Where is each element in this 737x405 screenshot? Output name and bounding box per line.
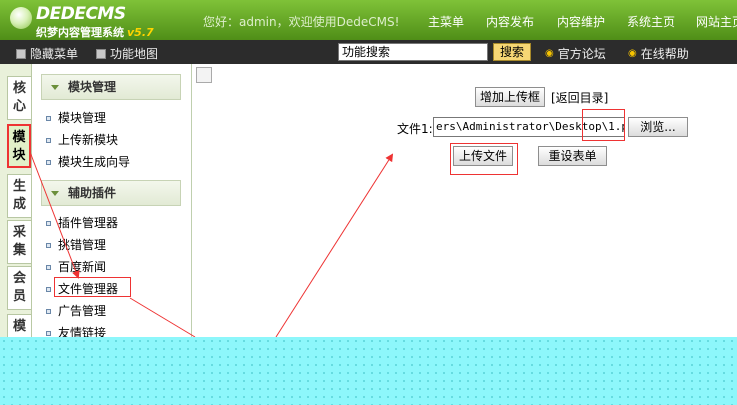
site-map-link[interactable]: 功能地图 <box>96 45 158 62</box>
nav-system-home[interactable]: 系统主页 <box>627 13 675 30</box>
triangle-down-icon <box>51 85 59 90</box>
nav-main-menu[interactable]: 主菜单 <box>428 13 464 30</box>
bullet-icon <box>46 138 51 143</box>
function-search-input[interactable]: 功能搜索 <box>338 43 488 61</box>
stipple-overlay <box>0 337 737 405</box>
annotation-highlight-filename <box>582 109 625 141</box>
sidebar-item-upload-module[interactable]: 上传新模块 <box>46 131 118 148</box>
logo-brand: DEDECMS <box>36 4 126 24</box>
nav-site-home[interactable]: 网站主页 <box>696 13 737 30</box>
add-upload-box-button[interactable]: 增加上传框 <box>475 87 545 107</box>
file-1-label: 文件1: <box>397 122 433 136</box>
bullet-icon <box>46 243 51 248</box>
bullet-icon <box>46 287 51 292</box>
tab-collect[interactable]: 采 集 <box>7 220 31 264</box>
bullet-icon <box>46 265 51 270</box>
reset-form-button[interactable]: 重设表单 <box>538 146 607 166</box>
sidebar-item-error-report[interactable]: 挑错管理 <box>46 236 106 253</box>
grid-icon <box>96 48 106 59</box>
logo-mark-icon <box>10 7 32 29</box>
forum-link[interactable]: ◉ 官方论坛 <box>545 45 606 62</box>
bullet-icon <box>46 116 51 121</box>
nav-content-publish[interactable]: 内容发布 <box>486 13 534 30</box>
main-content: 增加上传框 [返回目录] 文件1: ers\Administrator\Desk… <box>193 64 737 344</box>
section-module-management[interactable]: 模块管理 <box>41 74 181 100</box>
bullet-icon <box>46 221 51 226</box>
sidebar-menu: 模块管理 模块管理 上传新模块 模块生成向导 辅助插件 插件管理器 挑错管理 百… <box>32 64 192 344</box>
sidebar-item-module-management[interactable]: 模块管理 <box>46 109 106 126</box>
sidebar-item-module-wizard[interactable]: 模块生成向导 <box>46 153 130 170</box>
sidebar-item-baidu-news[interactable]: 百度新闻 <box>46 258 106 275</box>
logo-version: v5.7 <box>127 26 154 39</box>
bullet-icon <box>46 160 51 165</box>
welcome-text: 您好：admin，欢迎使用DedeCMS! <box>203 15 400 29</box>
top-header: DEDECMS 织梦内容管理系统 v5.7 您好：admin，欢迎使用DedeCM… <box>0 0 737 40</box>
help-link[interactable]: ◉ 在线帮助 <box>628 45 689 62</box>
rss-icon: ◉ <box>545 48 554 59</box>
sidebar-item-plugin-manager[interactable]: 插件管理器 <box>46 214 118 231</box>
frame-corner <box>196 67 212 83</box>
search-button[interactable]: 搜索 <box>493 43 531 61</box>
panel-icon <box>16 48 26 59</box>
tab-generate[interactable]: 生 成 <box>7 174 31 218</box>
tab-member[interactable]: 会 员 <box>7 266 31 310</box>
logo: DEDECMS 织梦内容管理系统 v5.7 <box>8 3 198 39</box>
bullet-icon <box>46 331 51 336</box>
nav-content-maintain[interactable]: 内容维护 <box>557 13 605 30</box>
rss-icon: ◉ <box>628 48 637 59</box>
browse-button[interactable]: 浏览... <box>628 117 688 137</box>
bullet-icon <box>46 309 51 314</box>
tab-module[interactable]: 模 块 <box>7 124 31 168</box>
back-to-directory-link[interactable]: [返回目录] <box>551 89 608 106</box>
hide-menu-link[interactable]: 隐藏菜单 <box>16 45 78 62</box>
tab-core[interactable]: 核 心 <box>7 76 31 120</box>
vertical-tabs: 核 心 模 块 生 成 采 集 会 员 模 <box>0 64 32 344</box>
toolbar: 隐藏菜单 功能地图 功能搜索 搜索 ◉ 官方论坛 ◉ 在线帮助 <box>0 40 737 64</box>
logo-subtitle: 织梦内容管理系统 v5.7 <box>36 26 154 39</box>
annotation-highlight-upload <box>450 143 518 175</box>
triangle-down-icon <box>51 191 59 196</box>
section-helper-plugins[interactable]: 辅助插件 <box>41 180 181 206</box>
annotation-highlight-file-manager <box>54 277 131 297</box>
sidebar-item-ad-management[interactable]: 广告管理 <box>46 302 106 319</box>
